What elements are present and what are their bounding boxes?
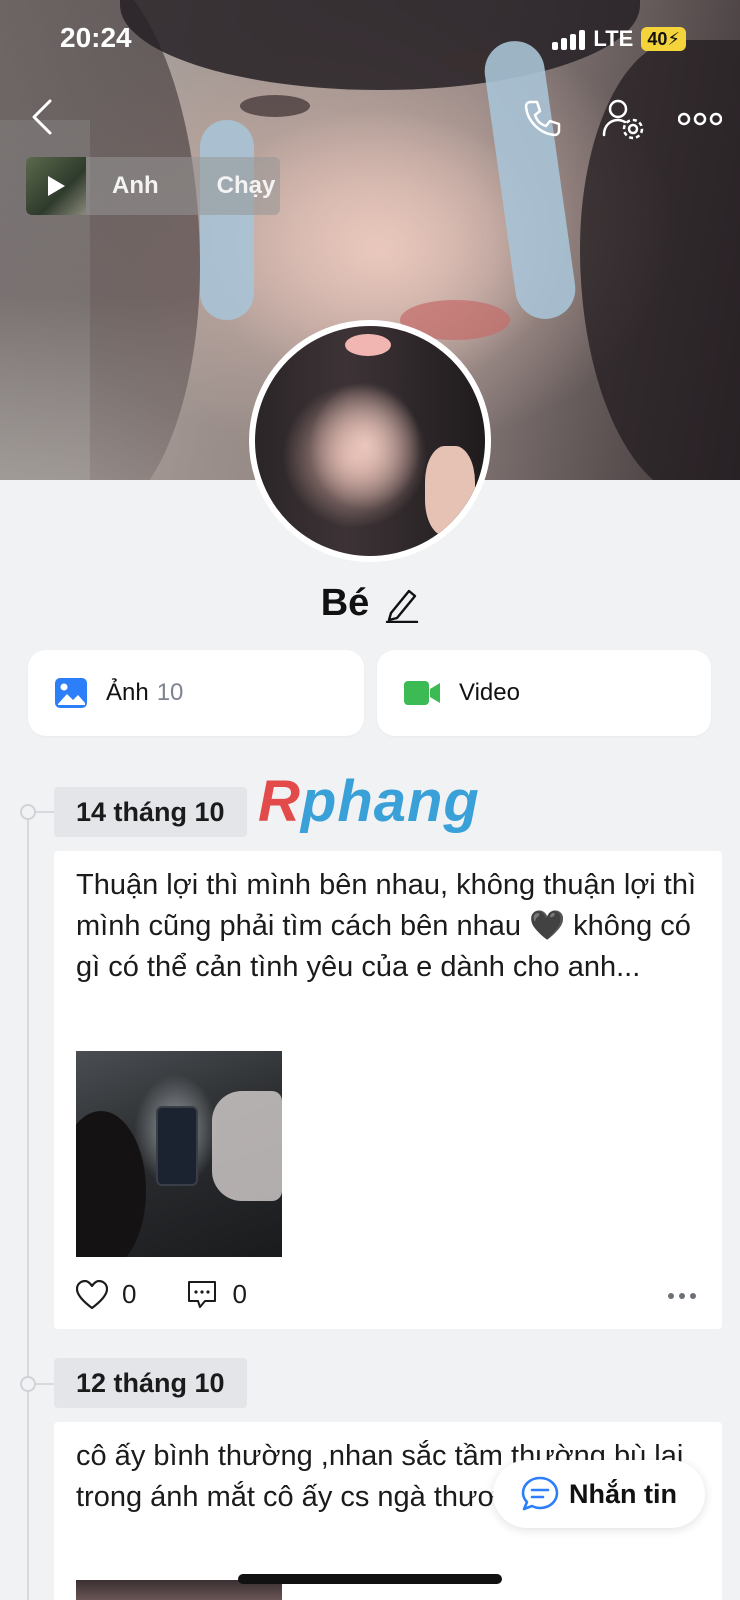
timeline-tick (36, 1383, 54, 1385)
send-message-label: Nhắn tin (569, 1478, 677, 1509)
avatar-hand (425, 446, 475, 536)
profile-name-row: Bé (0, 582, 740, 625)
music-cover-thumbnail (26, 157, 86, 215)
post-actions: 0 0 (76, 1279, 247, 1310)
profile-avatar[interactable] (249, 320, 491, 562)
signal-icon (552, 28, 586, 50)
home-indicator[interactable] (238, 1574, 502, 1584)
dot-icon (679, 1293, 685, 1299)
post-date-chip: 12 tháng 10 (54, 1358, 247, 1408)
comment-count: 0 (232, 1279, 247, 1309)
profile-settings-button[interactable] (600, 96, 646, 142)
more-horizontal-icon (678, 112, 722, 126)
dot-icon (668, 1293, 674, 1299)
cover-tear-sticker-right (480, 37, 580, 323)
videos-button[interactable]: Video (377, 650, 711, 736)
battery-level: 40 (647, 29, 668, 49)
video-camera-icon (404, 681, 440, 705)
heart-icon (76, 1279, 108, 1309)
like-button[interactable]: 0 (76, 1279, 136, 1310)
videos-label: Video (459, 679, 520, 706)
phone-icon (524, 100, 561, 137)
comment-icon (188, 1280, 217, 1308)
play-icon (48, 176, 65, 196)
profile-name: Bé (320, 582, 370, 624)
call-button[interactable] (520, 96, 564, 140)
status-indicators: LTE 40⚡ (552, 26, 686, 52)
status-time: 20:24 (60, 22, 132, 53)
comment-button[interactable]: 0 (186, 1279, 247, 1310)
timeline-dot (20, 1376, 36, 1392)
watermark-logo: Rphang (258, 769, 480, 834)
network-type: LTE (593, 26, 634, 51)
post-image[interactable] (76, 1051, 282, 1257)
chevron-left-icon (32, 99, 52, 135)
post-text: Thuận lợi thì mình bên nhau, không thuận… (76, 869, 697, 983)
post-card[interactable]: Thuận lợi thì mình bên nhau, không thuận… (54, 851, 722, 1329)
user-gear-icon (602, 99, 644, 140)
more-options-button[interactable] (676, 104, 724, 134)
timeline-tick (36, 811, 54, 813)
cover-eye-left (240, 95, 310, 117)
cover-hair-left (0, 0, 200, 480)
back-button[interactable] (22, 94, 62, 140)
post-more-button[interactable] (668, 1293, 696, 1299)
timeline-dot (20, 804, 36, 820)
post-date-chip: 14 tháng 10 (54, 787, 247, 837)
profile-music-pill[interactable]: Anh Chạy (26, 157, 280, 215)
timeline-line (27, 810, 29, 1600)
edit-pencil-icon[interactable] (385, 585, 419, 623)
music-title-part1: Anh (112, 172, 159, 199)
like-count: 0 (122, 1279, 137, 1309)
photos-button[interactable]: Ảnh 10 (28, 650, 364, 736)
dot-icon (690, 1293, 696, 1299)
avatar-bow-sticker (345, 334, 391, 356)
photos-label: Ảnh (106, 679, 149, 706)
chat-bubble-icon (521, 1476, 559, 1511)
music-title-part2: Chạy (216, 172, 276, 199)
photo-gallery-icon (55, 678, 87, 708)
send-message-button[interactable]: Nhắn tin (493, 1460, 705, 1528)
cover-tear-sticker-left (200, 120, 254, 320)
photos-count: 10 (156, 679, 184, 706)
battery-icon: 40⚡ (641, 27, 686, 51)
